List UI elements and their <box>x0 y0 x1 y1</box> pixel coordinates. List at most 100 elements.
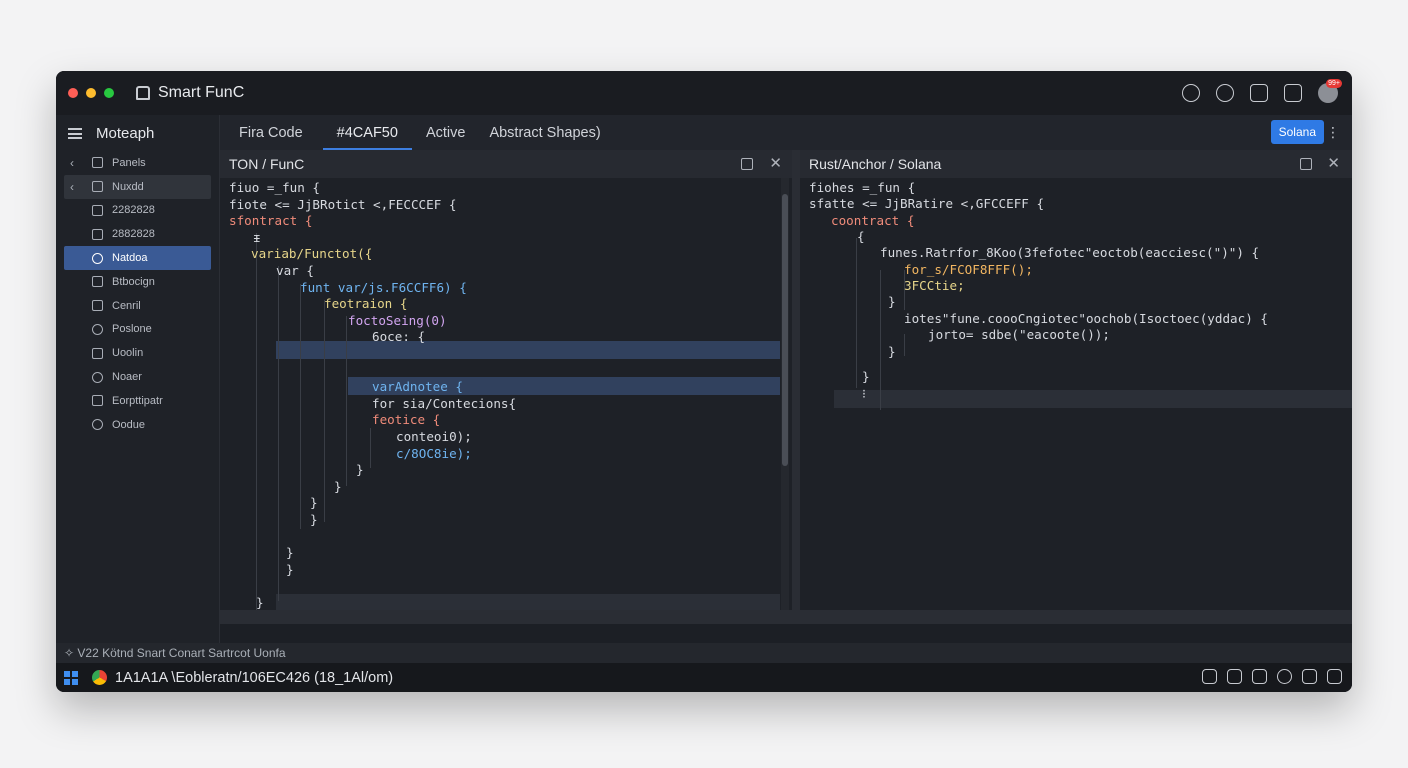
maximize-window-button[interactable] <box>104 88 114 98</box>
tab-active[interactable]: Active <box>412 115 480 150</box>
code-line: fiohes =_fun { <box>809 180 916 195</box>
tab-bar: Fira Code #4CAF50 Active Abstract Shapes… <box>220 115 1352 150</box>
tab-fira-code[interactable]: Fira Code <box>225 115 317 150</box>
sidebar-item-label: Noaer <box>112 371 142 384</box>
code-line: } <box>286 545 294 561</box>
code-line: iotes"fune.coooCngiotec"oochob(Isoctoec(… <box>904 311 1268 326</box>
right-pane-header: Rust/Anchor / Solana ✕ <box>800 150 1352 178</box>
code-line: c/8OC8ie); <box>396 445 472 461</box>
status-text: ✧ V22 Kötnd Snart Conart Sartrcot Uonfa <box>64 646 286 660</box>
window-icon[interactable] <box>1250 84 1268 102</box>
sidebar-item-label: Eorpttipatr <box>112 394 163 407</box>
comment-icon <box>92 419 103 431</box>
code-line: foctoSeing(0) <box>348 312 447 328</box>
code-line: jorto= sdbe("eacoote()); <box>928 327 1110 342</box>
sidebar-item-label: 2882828 <box>112 228 155 241</box>
close-icon[interactable]: ✕ <box>769 154 782 172</box>
left-pane-header: TON / FunC ✕ <box>220 150 792 178</box>
cloud-icon <box>92 371 103 383</box>
indent-guide <box>904 334 905 356</box>
split-icon[interactable] <box>1300 158 1312 170</box>
app-title: Smart FunC <box>136 84 244 102</box>
code-line: feotraion { <box>324 296 408 312</box>
avatar[interactable]: 99+ <box>1318 79 1342 103</box>
close-window-button[interactable] <box>68 88 78 98</box>
tab-abstract-shapes[interactable]: Abstract Shapes) <box>479 115 614 150</box>
network-icon[interactable] <box>1202 669 1217 684</box>
sidebar-item-eorpttipatr[interactable]: Eorpttipatr <box>64 389 211 413</box>
taskbar: 1A1A1A \Eobleratn/106EC426 (18_1Al/om) <box>56 663 1352 692</box>
status-line: ✧ V22 Kötnd Snart Conart Sartrcot Uonfa <box>56 643 1352 663</box>
right-editor-pane: Rust/Anchor / Solana ✕ fiohes =_fun {sfa… <box>800 150 1352 624</box>
sidebar-item-2282828[interactable]: 2282828 <box>64 199 211 223</box>
sidebar-item-btbocign[interactable]: Btbocign <box>64 270 211 294</box>
code-line: for sia/Contecions{ <box>372 395 517 411</box>
shuffle-icon[interactable] <box>1227 669 1242 684</box>
sidebar-item-nuxdd[interactable]: ‹ Nuxdd <box>64 174 211 199</box>
app-title-text: Smart FunC <box>158 84 245 101</box>
indent-guide <box>370 428 371 468</box>
sidebar-item-label: Uoolin <box>112 347 144 360</box>
minimize-window-button[interactable] <box>86 88 96 98</box>
sidebar-item-label: Natdoa <box>112 252 148 265</box>
lock-icon <box>136 86 150 100</box>
sidebar-item-panels[interactable]: ‹ Panels <box>64 151 211 175</box>
file-icon <box>92 228 103 240</box>
windows-start-icon[interactable] <box>64 670 78 685</box>
sidebar-item-poslone[interactable]: Poslone <box>64 318 211 342</box>
code-line: } <box>356 462 364 478</box>
taskbar-text: 1A1A1A \Eobleratn/106EC426 (18_1Al/om) <box>115 669 394 686</box>
sidebar-item-label: Nuxdd <box>112 180 144 193</box>
chat-icon[interactable] <box>1284 84 1302 102</box>
sidebar-title: Moteaph <box>96 124 155 142</box>
line-highlight <box>834 390 1352 408</box>
more-options-icon[interactable]: ⋮ <box>1326 124 1340 141</box>
code-line: funes.Ratrfor_8Koo(3fefotec"eoctob(eacci… <box>880 245 1260 260</box>
menu-icon[interactable] <box>68 127 82 139</box>
user-icon[interactable] <box>1182 84 1200 102</box>
left-pane-footer <box>220 610 792 624</box>
code-line: } <box>286 561 294 577</box>
sidebar-item-noaer[interactable]: Noaer <box>64 365 211 389</box>
chevron-left-icon[interactable]: ‹ <box>70 180 74 194</box>
sidebar-item-oodue[interactable]: Oodue <box>64 413 211 437</box>
code-line: variab/Functot({ <box>251 246 373 262</box>
browser-icon[interactable] <box>92 670 107 685</box>
folder-icon <box>92 181 103 193</box>
sidebar-item-2882828[interactable]: 2882828 <box>64 222 211 246</box>
plus-box-icon <box>92 395 103 407</box>
indent-guide <box>256 233 257 623</box>
sidebar-item-cenril[interactable]: Cenril <box>64 294 211 318</box>
code-line: } <box>310 495 318 511</box>
code-line: } <box>888 294 896 309</box>
app-window: Smart FunC 99+ Moteaph ‹ Panels ‹ Nuxdd 2282… <box>56 71 1352 692</box>
code-line: feotice { <box>372 412 441 428</box>
left-editor-pane: TON / FunC ✕ fiuo =_fun {fiote <= JjBRot… <box>220 150 792 624</box>
code-line: fiote <= JjBRotict <,FECCCEF { <box>229 196 457 212</box>
wifi-icon[interactable] <box>1252 669 1267 684</box>
sidebar-item-uoolin[interactable]: Uoolin <box>64 341 211 365</box>
pane-divider[interactable] <box>792 150 800 624</box>
code-line: } <box>862 369 870 384</box>
sidebar-item-natdoa[interactable]: Natdoa <box>64 246 211 270</box>
left-scrollbar-thumb[interactable] <box>782 194 788 466</box>
indent-guide <box>324 300 325 522</box>
close-icon[interactable]: ✕ <box>1327 154 1340 172</box>
split-icon[interactable] <box>741 158 753 170</box>
sidebar-items: ‹ Panels ‹ Nuxdd 2282828 2882828 Natdoa Btbocig… <box>56 151 219 437</box>
chevron-left-icon[interactable]: ‹ <box>70 156 74 170</box>
window-controls <box>68 88 114 98</box>
file-icon <box>92 276 103 288</box>
code-line: ᵻ <box>253 229 261 245</box>
code-line: 6oce: { <box>372 329 426 345</box>
indent-guide <box>346 316 347 486</box>
window-icon[interactable] <box>1327 669 1342 684</box>
camera-icon[interactable] <box>1302 669 1317 684</box>
clock-icon[interactable] <box>1277 669 1292 684</box>
solana-button[interactable]: Solana <box>1270 120 1324 144</box>
code-line: var { <box>276 263 314 278</box>
title-actions: 99+ <box>1182 79 1342 103</box>
bell-icon[interactable] <box>1216 84 1234 102</box>
tab-color[interactable]: #4CAF50 <box>317 115 413 150</box>
left-pane-title: TON / FunC <box>229 156 305 172</box>
